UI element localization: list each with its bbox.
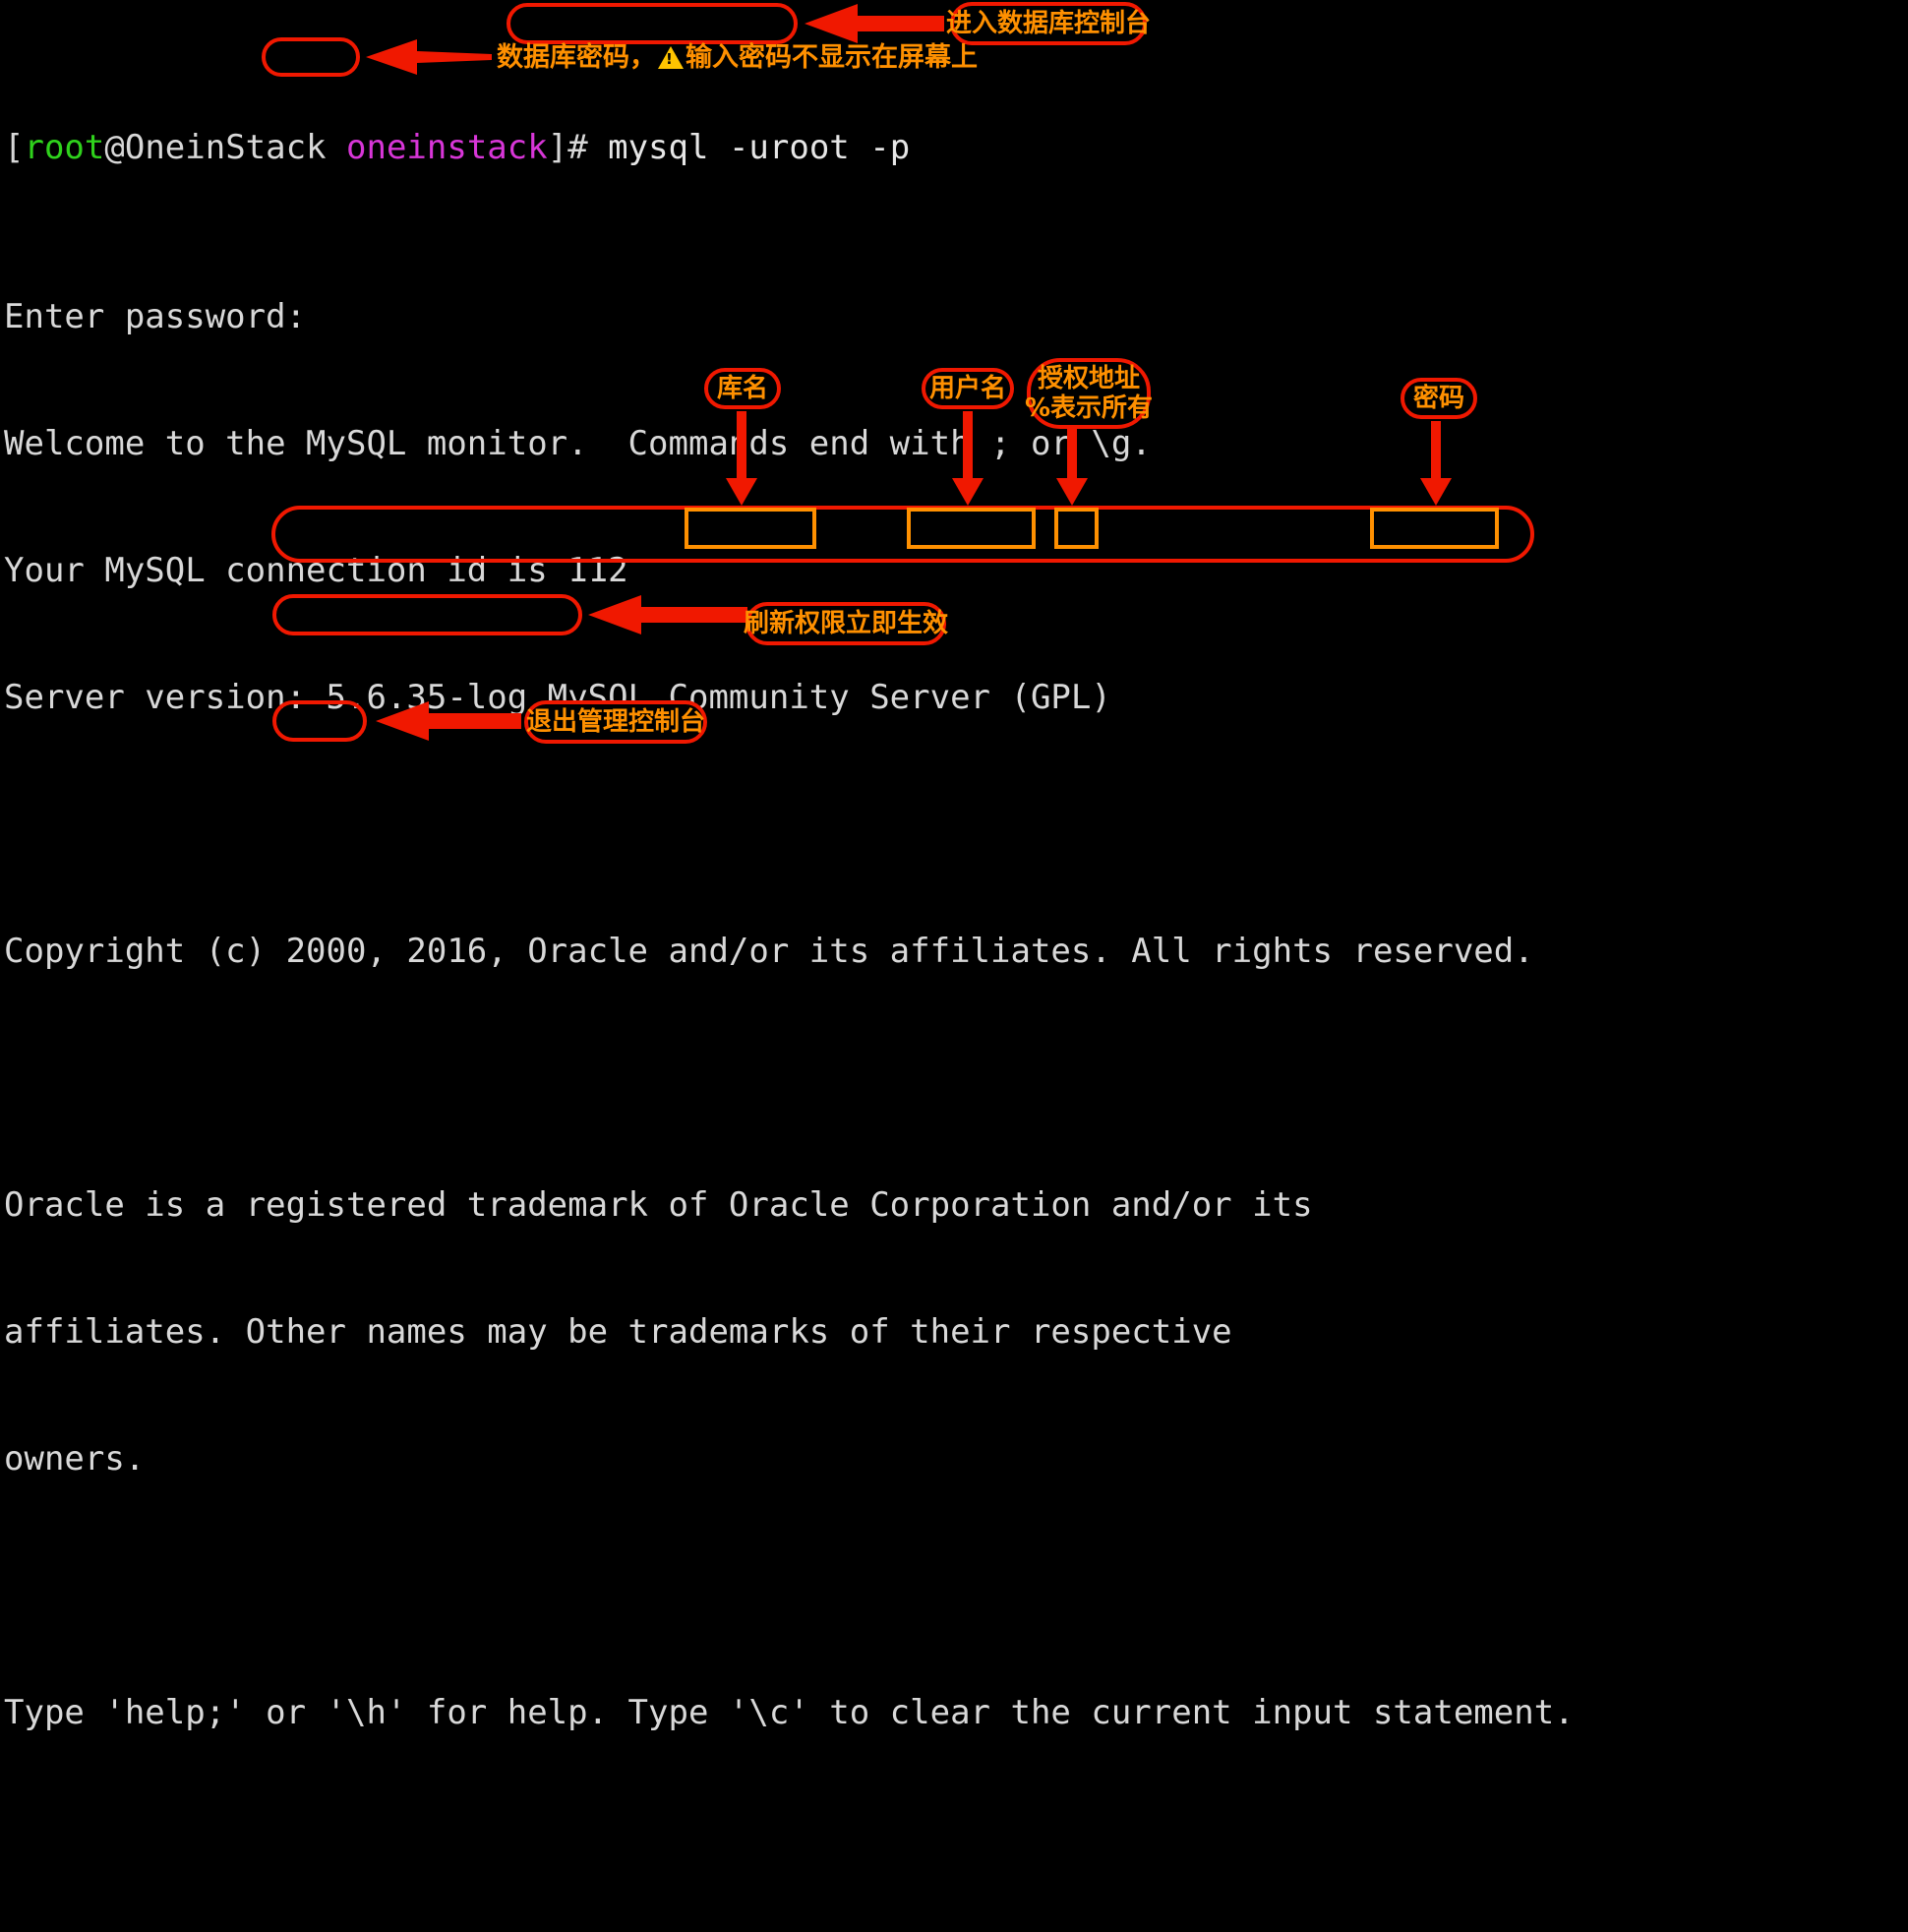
trademark-line-3: owners. [4,1439,146,1479]
trademark-line-2: affiliates. Other names may be trademark… [4,1312,1232,1352]
connection-id-line: Your MySQL connection id is 112 [4,551,628,590]
command-mysql-login[interactable]: mysql -uroot -p [608,128,910,167]
prompt-bracket-open: [ [4,128,25,167]
copyright-line: Copyright (c) 2000, 2016, Oracle and/or … [4,932,1534,971]
enter-password-line: Enter password: [4,297,307,336]
prompt-host: @OneinStack [104,128,347,167]
prompt-user: root [24,128,105,167]
welcome-line: Welcome to the MySQL monitor. Commands e… [4,424,1152,463]
shell-prompt-line: [root@OneinStack oneinstack]# mysql -uro… [0,127,1908,169]
terminal-screenshot: [root@OneinStack oneinstack]# mysql -uro… [0,0,1908,1732]
help-hint-line: Type 'help;' or '\h' for help. Type '\c'… [4,1693,1575,1732]
terminal-output[interactable]: [root@OneinStack oneinstack]# mysql -uro… [0,0,1908,1732]
prompt-dir: oneinstack [346,128,548,167]
server-version-line: Server version: 5.6.35-log MySQL Communi… [4,678,1111,717]
prompt-tail: ]# [547,128,609,167]
trademark-line-1: Oracle is a registered trademark of Orac… [4,1185,1313,1225]
